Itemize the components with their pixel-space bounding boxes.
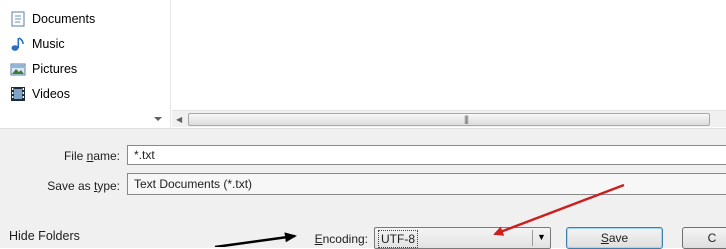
savetype-select[interactable]: Text Documents (*.txt) bbox=[127, 173, 726, 195]
nav-item-videos[interactable]: Videos bbox=[10, 84, 70, 104]
chevron-up-icon bbox=[0, 229, 6, 243]
encoding-value: UTF-8 bbox=[378, 230, 418, 248]
hide-folders-button[interactable]: Hide Folders bbox=[0, 229, 80, 243]
scrollbar-thumb[interactable]: ||| bbox=[188, 113, 710, 126]
nav-scroll-down-icon[interactable] bbox=[150, 112, 170, 126]
files-list-pane[interactable] bbox=[171, 0, 726, 110]
nav-item-label: Pictures bbox=[32, 62, 78, 76]
music-icon bbox=[10, 36, 26, 52]
filename-input[interactable]: *.txt bbox=[127, 145, 726, 165]
cancel-button[interactable]: C bbox=[682, 227, 726, 249]
horizontal-scrollbar[interactable]: ◀ ||| bbox=[172, 110, 726, 127]
videos-icon bbox=[10, 86, 26, 102]
save-form: File name: *.txt Save as type: Text Docu… bbox=[0, 128, 726, 249]
documents-icon bbox=[10, 11, 26, 27]
nav-item-label: Music bbox=[32, 37, 65, 51]
hide-folders-label: Hide Folders bbox=[9, 229, 80, 243]
nav-item-music[interactable]: Music bbox=[10, 34, 65, 54]
select-divider bbox=[532, 230, 533, 246]
nav-item-pictures[interactable]: Pictures bbox=[10, 59, 77, 79]
nav-item-label: Documents bbox=[32, 12, 96, 26]
scroll-left-icon[interactable]: ◀ bbox=[176, 115, 182, 124]
dropdown-arrow-icon[interactable]: ▼ bbox=[537, 232, 546, 242]
filename-label: File name: bbox=[63, 149, 120, 163]
nav-item-label: Videos bbox=[32, 87, 70, 101]
nav-item-documents[interactable]: Documents bbox=[10, 9, 95, 29]
encoding-select[interactable]: UTF-8 ▼ bbox=[374, 227, 551, 249]
encoding-label: Encoding: bbox=[314, 232, 368, 246]
pictures-icon bbox=[10, 61, 26, 77]
navigation-pane: Documents Music Pictures Videos bbox=[0, 0, 170, 128]
savetype-label: Save as type: bbox=[47, 179, 120, 193]
file-browser-area: Documents Music Pictures Videos ◀ ||| bbox=[0, 0, 726, 128]
grip-icon: ||| bbox=[464, 114, 469, 124]
save-button[interactable]: Save bbox=[566, 227, 663, 249]
